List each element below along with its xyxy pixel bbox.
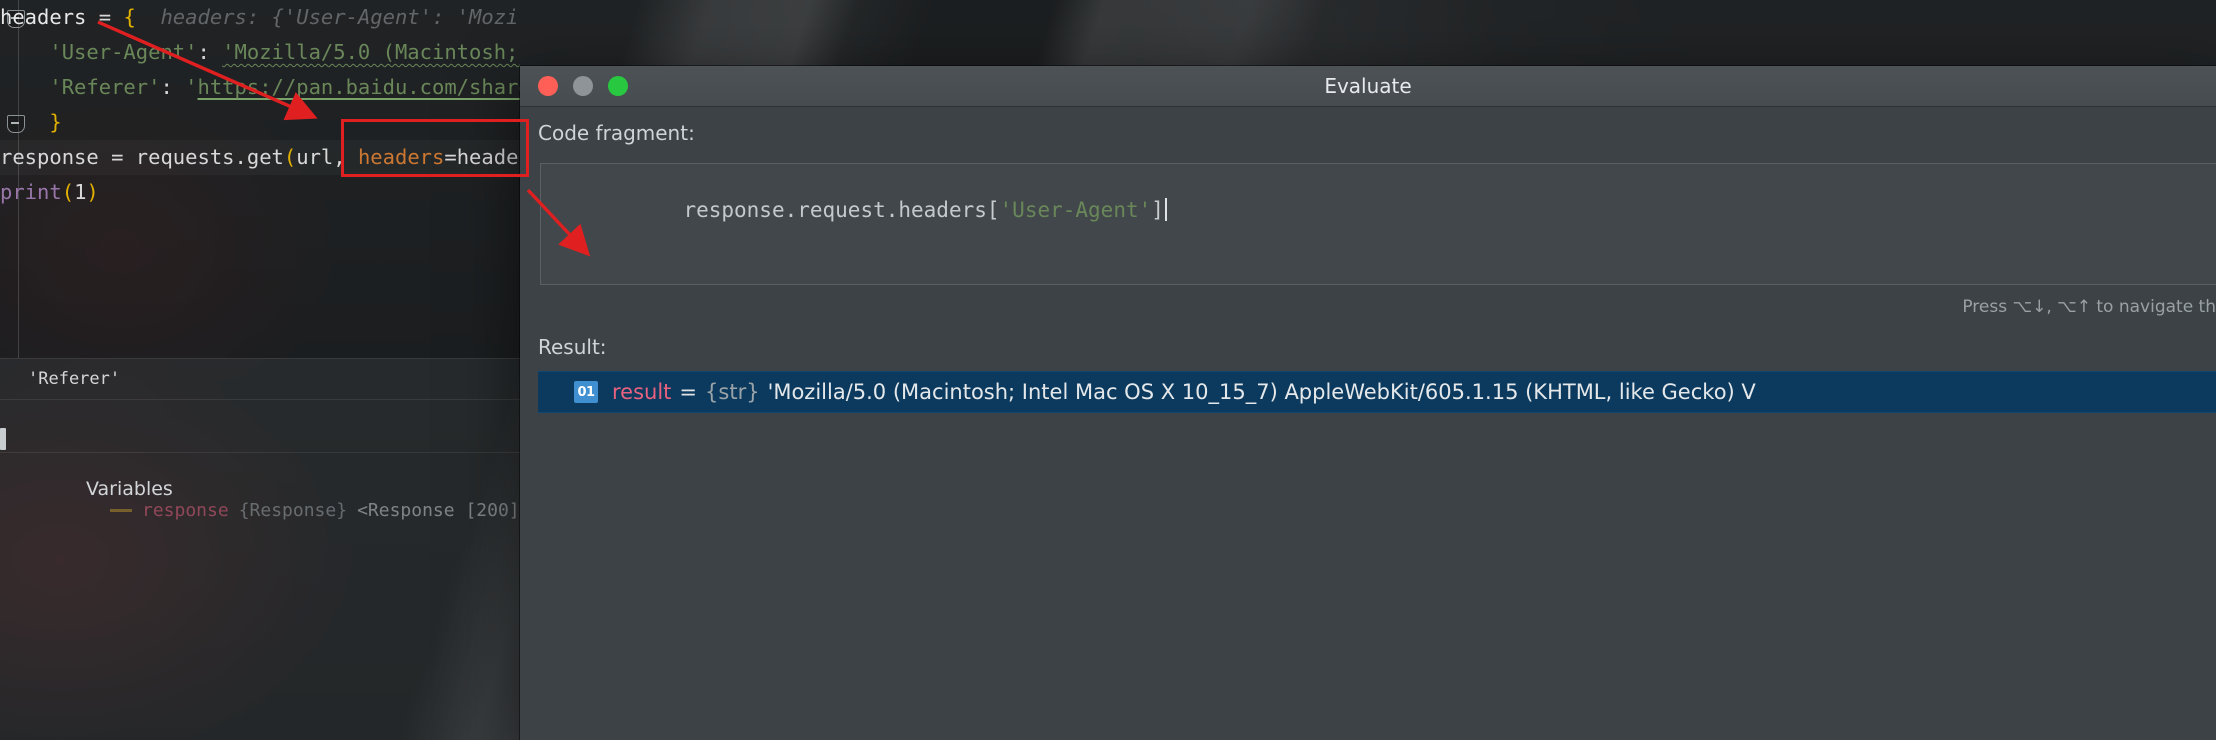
panel-resize-handle[interactable] (0, 428, 6, 450)
code-fragment-prefix: response.request.headers (683, 198, 987, 222)
screen-root: headers = { headers: {'User-Agent': 'Moz… (0, 0, 2216, 740)
code-token: = (98, 145, 136, 169)
variables-panel-title: Variables (86, 478, 173, 500)
code-token: 'Mozilla/5.0 (Macintosh; Intel Mac OS X … (222, 40, 519, 64)
variable-value: <Response [200]> (357, 500, 531, 521)
code-line[interactable]: headers = { headers: {'User-Agent': 'Moz… (0, 0, 520, 35)
code-token: = (86, 5, 124, 29)
watch-expression-value: 'Referer' (28, 369, 121, 389)
code-token: . (234, 145, 247, 169)
code-fragment-input[interactable]: response.request.headers['User-Agent'] (540, 163, 2216, 285)
navigate-hint: Press ⌥↓, ⌥↑ to navigate th (1962, 297, 2216, 317)
code-line[interactable]: 'User-Agent': 'Mozilla/5.0 (Macintosh; I… (0, 35, 520, 70)
variable-row-response[interactable]: response {Response} <Response [200]> (110, 500, 530, 521)
code-line[interactable]: print(1) (0, 175, 520, 210)
code-fragment-bracket-open: [ (986, 198, 1000, 222)
code-token: { (123, 5, 136, 29)
evaluate-dialog[interactable]: Evaluate Code fragment: response.request… (520, 66, 2216, 740)
debug-empty-row (0, 400, 520, 452)
code-token: ( (61, 180, 75, 204)
code-token: url (296, 145, 334, 169)
code-text-area[interactable]: headers = { headers: {'User-Agent': 'Moz… (0, 0, 520, 210)
code-token: } (0, 110, 62, 134)
result-label: Result: (538, 335, 607, 359)
inline-parameter-hint: headers: {'User-Agent': 'Mozilla/5.0 (Ma… (160, 5, 520, 29)
code-fragment-text: response.request.headers['User-Agent'] (557, 174, 1167, 246)
code-token: : (160, 75, 186, 99)
code-token: headers (0, 5, 87, 29)
variables-panel (0, 453, 520, 740)
code-token: 1 (74, 180, 87, 204)
code-token: ) (86, 180, 99, 204)
text-caret (1164, 198, 1167, 221)
result-type: {str} (705, 380, 760, 404)
result-variable-name: result (612, 380, 672, 404)
code-token: get (246, 145, 284, 169)
code-token: response (0, 145, 99, 169)
result-row[interactable]: 01 result = {str} 'Mozilla/5.0 (Macintos… (538, 371, 2216, 413)
python-code-editor[interactable]: headers = { headers: {'User-Agent': 'Moz… (0, 0, 520, 358)
result-value: 'Mozilla/5.0 (Macintosh; Intel Mac OS X … (767, 380, 1756, 404)
code-fragment-label: Code fragment: (538, 121, 695, 145)
result-equals: = (679, 380, 698, 404)
code-token: requests (135, 145, 235, 169)
code-token: ( (283, 145, 297, 169)
code-fragment-string: 'User-Agent' (999, 198, 1152, 222)
dialog-title-bar[interactable]: Evaluate (520, 66, 2216, 107)
code-line[interactable]: 'Referer': 'https://pan.baidu.com/share/ (0, 70, 520, 105)
code-token: 'User-Agent' (0, 40, 198, 64)
annotation-highlight-box (341, 119, 529, 177)
variable-type: {Response} (238, 500, 348, 521)
dialog-title: Evaluate (1324, 74, 1412, 98)
code-token: https://pan.baidu.com/share/ (197, 75, 520, 99)
variable-expand-icon[interactable] (110, 509, 132, 512)
code-token: : (197, 40, 223, 64)
dialog-body: Code fragment: response.request.headers[… (520, 107, 2216, 740)
code-fragment-bracket-close: ] (1151, 198, 1164, 222)
watch-expression-row[interactable]: 'Referer' (0, 359, 548, 399)
result-index-badge: 01 (574, 381, 598, 403)
variable-name: response (142, 500, 229, 521)
code-token: print (0, 180, 62, 204)
code-token: 'Referer' (0, 75, 161, 99)
code-token: ' (185, 75, 198, 99)
